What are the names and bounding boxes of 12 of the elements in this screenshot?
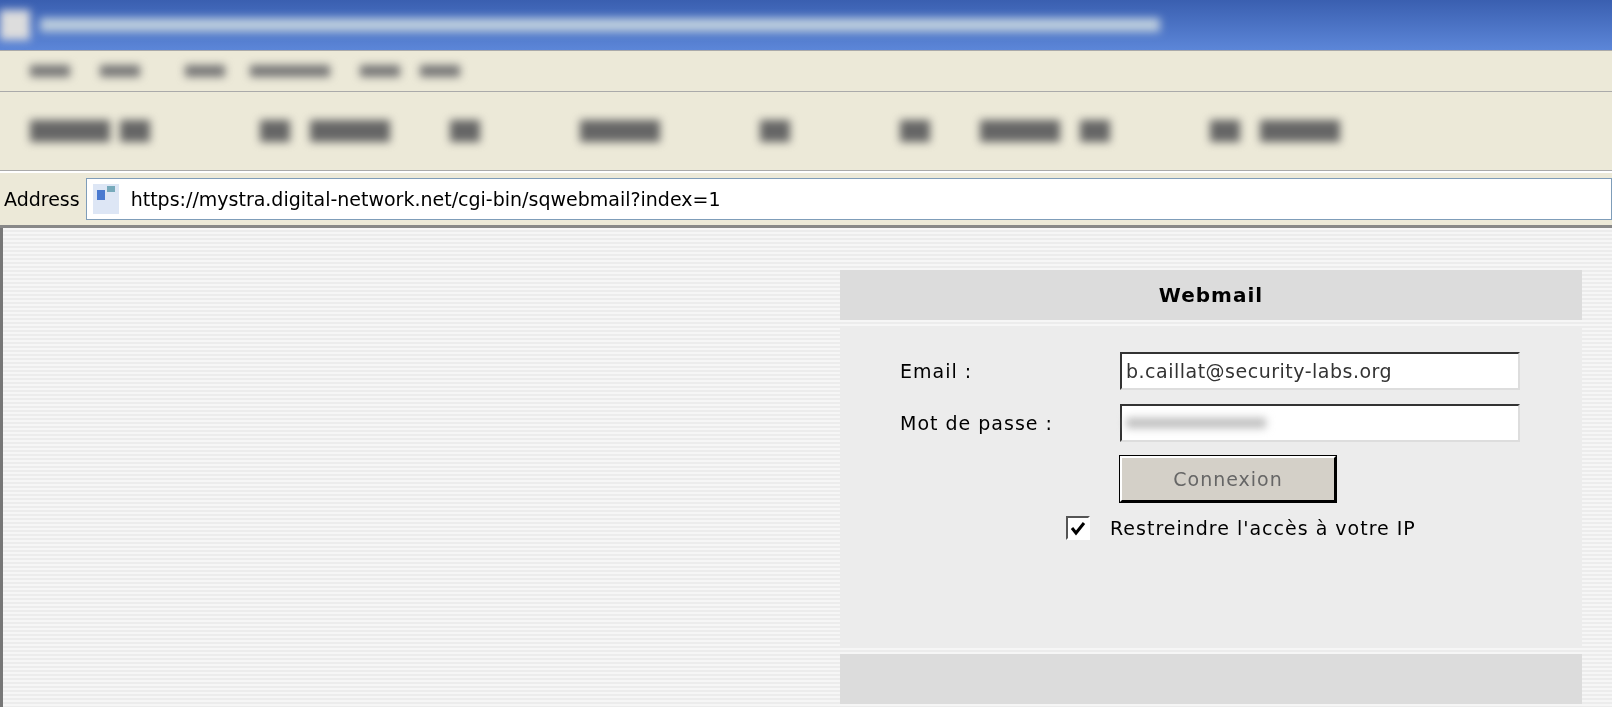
address-field[interactable]: https://mystra.digital-network.net/cgi-bin/sqwebmail?index=1: [85, 178, 1612, 220]
checkbox[interactable]: [1066, 516, 1090, 540]
checkbox-label: Restreindre l'accès à votre IP: [1110, 517, 1416, 539]
password-label: Mot de passe :: [900, 412, 1054, 434]
address-label: Address: [4, 188, 80, 210]
email-label: Email :: [900, 360, 974, 382]
email-field[interactable]: b.caillat@security-labs.org: [1120, 352, 1520, 390]
checkmark-icon: [1070, 520, 1086, 536]
page-icon: [90, 182, 121, 216]
connexion-button[interactable]: Connexion: [1120, 456, 1336, 502]
panel-title: Webmail: [1158, 283, 1264, 307]
password-field[interactable]: [1120, 404, 1520, 442]
